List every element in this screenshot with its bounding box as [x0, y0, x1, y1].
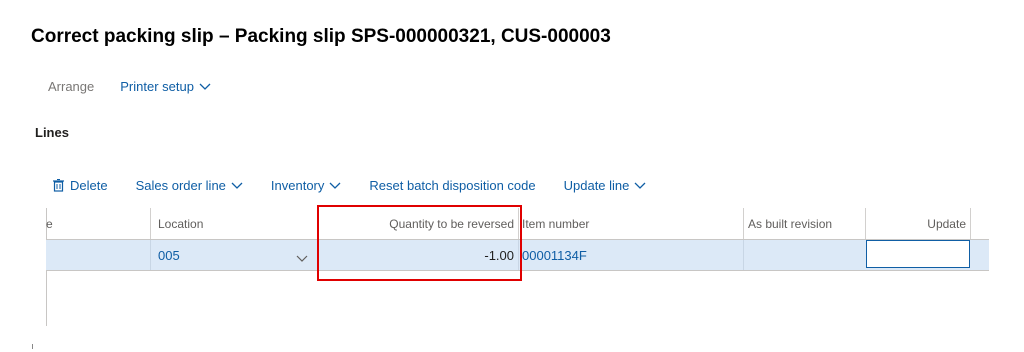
inventory-label: Inventory [270, 178, 325, 193]
column-separator [150, 208, 151, 239]
chevron-down-icon [231, 178, 243, 193]
column-separator [970, 208, 971, 239]
as-built-revision-cell[interactable] [748, 240, 863, 270]
sales-order-line-label: Sales order line [135, 178, 226, 193]
arrange-button[interactable]: Arrange [48, 79, 94, 94]
chevron-down-icon[interactable] [296, 251, 308, 266]
update-input[interactable] [866, 240, 970, 268]
item-number-link[interactable]: 00001134F [522, 248, 587, 263]
column-header-first[interactable]: e [46, 208, 146, 239]
update-line-label: Update line [563, 178, 630, 193]
trash-icon [53, 179, 64, 192]
lines-section-label: Lines [35, 125, 69, 140]
column-separator [743, 208, 744, 239]
lines-toolbar: Delete Sales order line Inventory Reset … [53, 178, 674, 193]
printer-setup-button[interactable]: Printer setup [120, 79, 211, 94]
location-value: 005 [158, 247, 180, 263]
reset-batch-label: Reset batch disposition code [369, 178, 536, 193]
chevron-down-icon [329, 178, 341, 193]
column-header-update[interactable]: Update [866, 208, 966, 239]
location-cell[interactable]: 005 [158, 240, 308, 270]
chevron-down-icon [199, 79, 211, 94]
column-header-as-built-revision[interactable]: As built revision [748, 208, 863, 239]
column-header-location[interactable]: Location [158, 208, 308, 239]
item-number-cell[interactable]: 00001134F [522, 240, 722, 270]
column-header-item-number[interactable]: Item number [522, 208, 722, 239]
edge-mark [32, 344, 33, 349]
page-title: Correct packing slip – Packing slip SPS-… [31, 26, 611, 47]
delete-button[interactable]: Delete [53, 178, 108, 193]
sales-order-line-button[interactable]: Sales order line [136, 178, 243, 193]
quantity-highlight-annotation [317, 205, 522, 281]
chevron-down-icon [634, 178, 646, 193]
cell-separator [150, 240, 151, 270]
action-toolbar: Arrange Printer setup [48, 79, 211, 94]
reset-batch-disposition-code-button[interactable]: Reset batch disposition code [369, 178, 535, 193]
inventory-button[interactable]: Inventory [271, 178, 341, 193]
cell-separator [743, 240, 744, 270]
printer-setup-label: Printer setup [120, 79, 194, 94]
update-line-button[interactable]: Update line [564, 178, 647, 193]
delete-label: Delete [70, 178, 108, 193]
